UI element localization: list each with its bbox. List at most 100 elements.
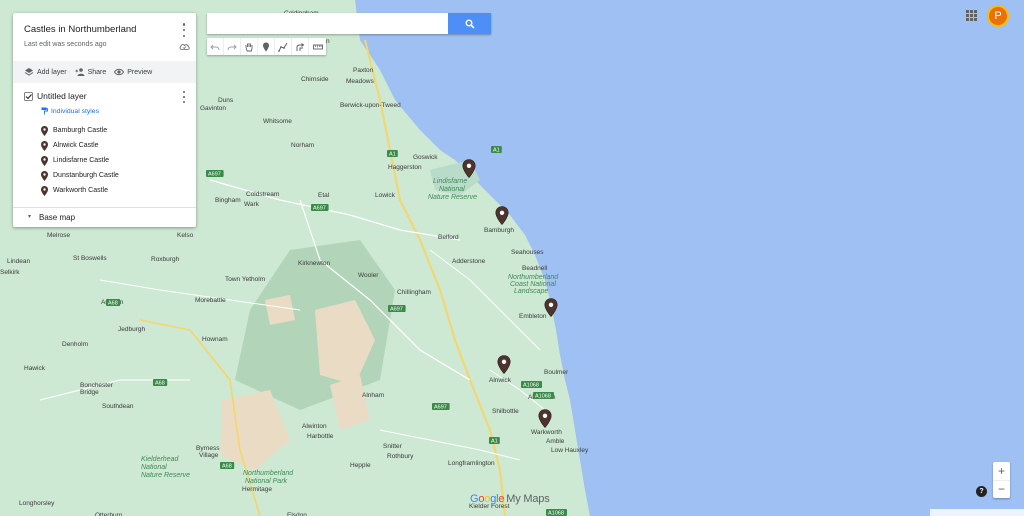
- place-label: Selkirk: [0, 269, 20, 276]
- feature-item[interactable]: Dunstanburgh Castle: [41, 168, 185, 183]
- individual-styles-label: Individual styles: [51, 107, 99, 115]
- place-label: Hermitage: [242, 486, 272, 493]
- map-panel: Castles in Northumberland Last edit was …: [13, 13, 196, 227]
- individual-styles-link[interactable]: Individual styles: [41, 107, 185, 115]
- road-badge: A1: [491, 146, 502, 154]
- place-label: National: [141, 464, 167, 471]
- layer-options-kebab-icon[interactable]: [180, 91, 188, 103]
- draw-line-button[interactable]: [275, 38, 292, 55]
- expand-arrow-icon[interactable]: ▾: [28, 214, 33, 220]
- place-label: Warkworth: [531, 429, 562, 436]
- feature-item[interactable]: Alnwick Castle: [41, 138, 185, 153]
- marker-icon: [41, 185, 48, 196]
- panel-header: Castles in Northumberland Last edit was …: [13, 13, 196, 61]
- place-label: Chirnside: [301, 76, 329, 83]
- place-label: Amble: [546, 438, 565, 445]
- place-label: Nature Reserve: [141, 472, 190, 479]
- map-options-kebab-icon[interactable]: [180, 23, 188, 37]
- add-person-icon: [75, 68, 85, 76]
- road-badge: A697: [311, 204, 329, 212]
- marker-icon: [41, 125, 48, 136]
- feature-label: Warkworth Castle: [53, 187, 108, 194]
- road-badge: A68: [106, 299, 121, 307]
- feature-item[interactable]: Bamburgh Castle: [41, 123, 185, 138]
- place-label: Meadows: [346, 78, 375, 85]
- road-badge: A1068: [533, 392, 554, 400]
- castle-marker-icon[interactable]: [462, 159, 476, 178]
- place-label: Beadnell: [522, 265, 548, 272]
- castle-marker-icon[interactable]: [538, 409, 552, 428]
- layer-visibility-checkbox[interactable]: [24, 91, 33, 101]
- marker-icon: [41, 140, 48, 151]
- place-label: Alnham: [362, 392, 384, 399]
- undo-button[interactable]: [207, 38, 224, 55]
- road-badge: A68: [220, 462, 235, 470]
- measure-button[interactable]: [309, 38, 326, 55]
- castle-marker-icon[interactable]: [495, 206, 509, 225]
- place-label: Chillingham: [397, 289, 431, 296]
- place-label: Gavinton: [200, 105, 226, 112]
- search-input[interactable]: [207, 13, 448, 34]
- svg-text:A1: A1: [389, 152, 396, 158]
- road-badge: A68: [153, 379, 168, 387]
- preview-label: Preview: [127, 68, 153, 76]
- road-badge: A697: [206, 170, 224, 178]
- undo-icon: [210, 44, 220, 50]
- road-badge: A697: [388, 305, 406, 313]
- zoom-in-button[interactable]: +: [993, 462, 1010, 481]
- add-layer-button[interactable]: Add layer: [24, 67, 67, 77]
- preview-button[interactable]: Preview: [114, 67, 152, 77]
- help-button[interactable]: ?: [976, 486, 987, 497]
- place-label: Morebattle: [195, 297, 226, 304]
- map-footer-bar: [930, 509, 1024, 516]
- map-title[interactable]: Castles in Northumberland: [24, 24, 185, 35]
- place-label: Hawick: [24, 365, 46, 372]
- add-marker-button[interactable]: [258, 38, 275, 55]
- place-label: Low Hauxley: [551, 447, 589, 454]
- place-label: St Boswells: [73, 255, 107, 262]
- svg-text:A697: A697: [313, 206, 326, 212]
- logo-letter: e: [498, 493, 505, 505]
- place-label: National: [439, 186, 465, 193]
- svg-text:A697: A697: [208, 172, 221, 178]
- place-label: National Park: [245, 478, 288, 485]
- marker-icon: [41, 155, 48, 166]
- place-label: Duns: [218, 97, 234, 104]
- eye-icon: [114, 68, 125, 76]
- select-items-button[interactable]: [241, 38, 258, 55]
- place-label: Hownam: [202, 336, 228, 343]
- place-label: Denholm: [62, 341, 88, 348]
- place-label: Embleton: [519, 313, 547, 320]
- place-label: Kielderhead: [141, 456, 179, 463]
- place-label: Whitsome: [263, 118, 292, 125]
- directions-button[interactable]: [292, 38, 309, 55]
- place-label: Lindisfarne: [433, 178, 467, 185]
- last-edit-status: Last edit was seconds ago: [24, 41, 107, 48]
- svg-text:A697: A697: [390, 307, 403, 313]
- zoom-out-button[interactable]: −: [993, 481, 1010, 499]
- road-badge: A1: [489, 437, 500, 445]
- place-label: Roxburgh: [151, 256, 180, 263]
- feature-item[interactable]: Warkworth Castle: [41, 183, 185, 198]
- castle-marker-icon[interactable]: [544, 298, 558, 317]
- account-avatar[interactable]: P: [987, 5, 1009, 27]
- share-label: Share: [87, 68, 107, 76]
- place-label: Boulmer: [544, 369, 569, 376]
- castle-marker-icon[interactable]: [497, 355, 511, 374]
- place-label: Paxton: [353, 67, 374, 74]
- place-label: Seahouses: [511, 249, 544, 256]
- map-toolbar: [207, 38, 326, 55]
- layer-title[interactable]: Untitled layer: [37, 91, 87, 101]
- redo-button[interactable]: [224, 38, 241, 55]
- base-map-row[interactable]: ▾ Base map: [13, 207, 196, 227]
- place-label: Byrness: [196, 445, 220, 452]
- national-park-3: [265, 295, 295, 325]
- search-button[interactable]: [448, 13, 491, 34]
- marker-icon: [41, 170, 48, 181]
- apps-grid-icon[interactable]: [966, 10, 977, 21]
- road-badge: A1068: [521, 381, 542, 389]
- feature-item[interactable]: Lindisfarne Castle: [41, 153, 185, 168]
- svg-text:A1068: A1068: [535, 394, 551, 400]
- share-button[interactable]: Share: [75, 67, 107, 77]
- place-label: Kirknewton: [298, 260, 331, 267]
